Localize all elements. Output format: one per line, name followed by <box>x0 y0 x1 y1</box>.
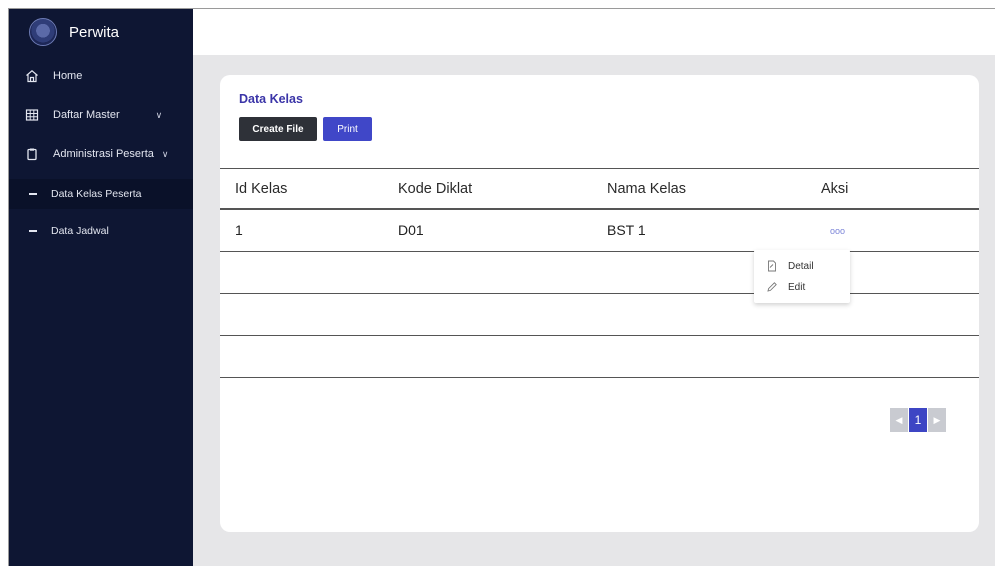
table-row <box>220 336 979 378</box>
dash-icon <box>29 230 37 232</box>
logo-icon <box>29 18 57 46</box>
page-button-current[interactable]: 1 <box>909 408 927 432</box>
table-row <box>220 294 979 336</box>
print-button[interactable]: Print <box>323 117 372 141</box>
page-title: Data Kelas <box>239 92 303 106</box>
sidebar-item-home[interactable]: Home <box>9 61 193 91</box>
sidebar-item-label: Administrasi Peserta <box>53 148 154 160</box>
column-header: Aksi <box>821 181 849 197</box>
more-actions-icon[interactable]: ooo <box>830 226 845 236</box>
app-frame: Perwita Home Daftar Master ∨ Administras… <box>8 8 995 566</box>
pencil-icon <box>766 281 778 293</box>
column-header: Kode Diklat <box>398 181 473 197</box>
table-cell: 1 <box>235 222 243 238</box>
grid-icon <box>25 108 39 122</box>
clipboard-icon <box>25 147 39 161</box>
sidebar-subitem-data-kelas-peserta[interactable]: Data Kelas Peserta <box>9 179 193 209</box>
data-kelas-card: Data Kelas Create File Print Id Kelas Ko… <box>220 75 979 532</box>
table-header-row: Id Kelas Kode Diklat Nama Kelas Aksi <box>220 168 979 210</box>
table-row <box>220 252 979 294</box>
chevron-down-icon: ∨ <box>155 109 163 120</box>
brand-name: Perwita <box>69 23 120 41</box>
brand[interactable]: Perwita <box>9 9 193 55</box>
menu-item-label: Detail <box>788 260 814 272</box>
sidebar-item-label: Home <box>53 70 83 82</box>
dash-icon <box>29 193 37 195</box>
menu-item-edit[interactable]: Edit <box>766 277 805 297</box>
sidebar-item-label: Daftar Master <box>53 109 120 121</box>
home-icon <box>25 69 39 83</box>
prev-page-button[interactable]: ◀ <box>890 408 908 432</box>
table-cell: BST 1 <box>607 222 646 238</box>
table-cell: D01 <box>398 222 424 238</box>
data-table: Id Kelas Kode Diklat Nama Kelas Aksi 1 D… <box>220 168 979 378</box>
table-row: 1 D01 BST 1 ooo <box>220 210 979 252</box>
sidebar: Perwita Home Daftar Master ∨ Administras… <box>9 9 193 566</box>
document-icon <box>766 260 778 272</box>
menu-item-label: Edit <box>788 281 806 293</box>
sidebar-subitem-data-jadwal[interactable]: Data Jadwal <box>9 216 193 246</box>
top-bar <box>193 9 995 55</box>
chevron-down-icon: ∨ <box>161 148 169 159</box>
next-page-button[interactable]: ▶ <box>928 408 946 432</box>
column-header: Id Kelas <box>235 181 288 197</box>
menu-item-detail[interactable]: Detail <box>766 256 814 276</box>
sidebar-subitem-label: Data Kelas Peserta <box>51 188 142 200</box>
column-header: Nama Kelas <box>607 181 686 197</box>
sidebar-item-administrasi-peserta[interactable]: Administrasi Peserta ∨ <box>9 139 193 169</box>
sidebar-item-daftar-master[interactable]: Daftar Master ∨ <box>9 100 193 130</box>
action-dropdown-menu: Detail Edit <box>754 250 850 303</box>
sidebar-subitem-label: Data Jadwal <box>51 225 109 237</box>
create-file-button[interactable]: Create File <box>239 117 317 141</box>
pagination: ◀ 1 ▶ <box>890 408 946 432</box>
